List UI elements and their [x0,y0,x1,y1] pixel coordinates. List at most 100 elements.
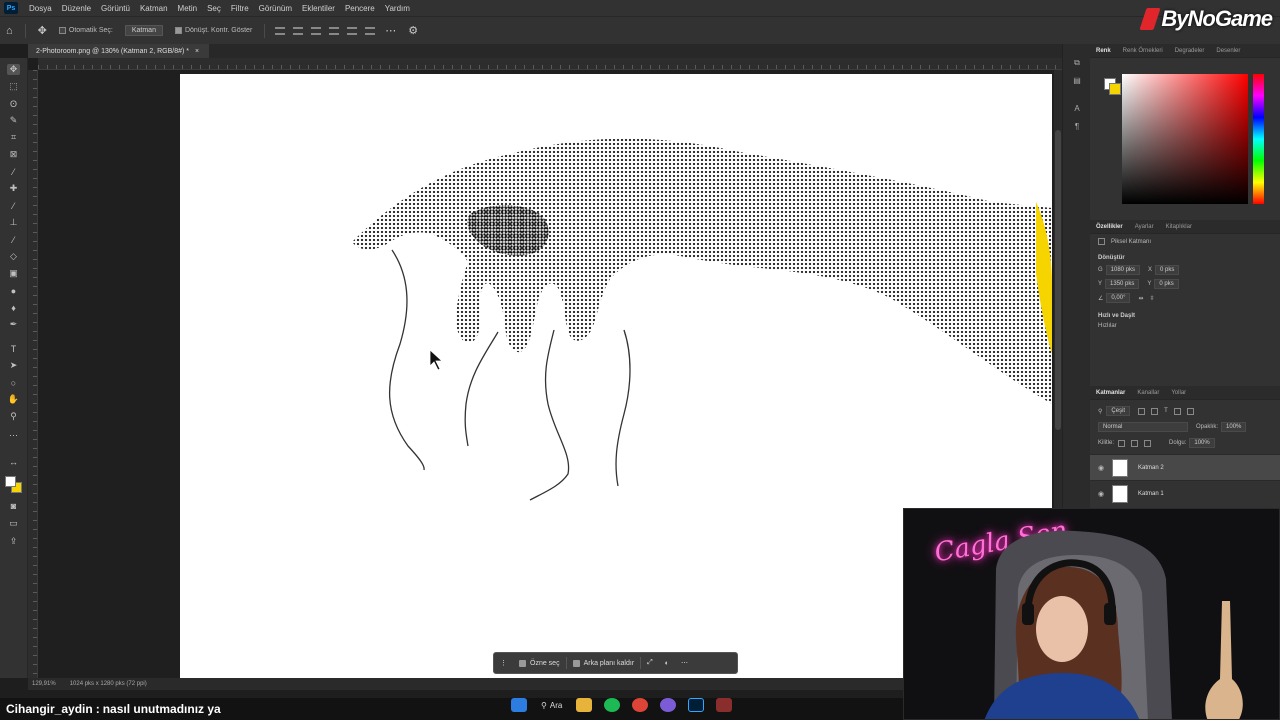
windows-start-icon[interactable] [511,698,527,712]
swap-colors-icon[interactable]: ↔ [7,456,20,467]
marquee-tool-icon[interactable]: ⬚ [7,81,20,92]
history-brush-tool-icon[interactable]: ⁄ [7,234,20,245]
rectangle-tool-icon[interactable]: ○ [7,377,20,388]
align-middle-icon[interactable] [347,26,358,35]
scrollbar-thumb[interactable] [1055,130,1061,430]
filter-pixel-icon[interactable] [1138,407,1146,415]
x-field[interactable]: 0 pks [1155,265,1180,275]
file-explorer-icon[interactable] [576,698,593,712]
menu-window[interactable]: Pencere [340,4,380,13]
layer-row[interactable]: ◉ Katman 1 [1090,480,1280,506]
tab-properties[interactable]: Özellikler [1090,224,1129,230]
quick-select-tool-icon[interactable]: ✎ [7,115,20,126]
more-tools-icon[interactable]: ⋯ [7,430,20,441]
eyedropper-tool-icon[interactable]: ⁄ [7,166,20,177]
background-color-swatch[interactable] [1109,83,1121,95]
color-field[interactable] [1122,74,1248,204]
layer-filter-dropdown[interactable]: Çeşit [1106,406,1131,416]
filter-shape-icon[interactable] [1173,407,1181,415]
align-center-icon[interactable] [293,26,304,35]
lock-all-icon[interactable] [1144,439,1152,447]
tab-patterns[interactable]: Desenler [1210,48,1246,54]
blend-mode-dropdown[interactable]: Normal [1098,422,1188,432]
flip-vertical-icon[interactable]: ⇳ [1150,295,1155,302]
menu-filter[interactable]: Filtre [226,4,254,13]
eye-icon[interactable]: ◉ [1098,490,1106,498]
align-right-icon[interactable] [311,26,322,35]
more-options-icon[interactable]: ⋯ [675,659,694,667]
tab-color[interactable]: Renk [1090,48,1117,54]
move-tool-icon[interactable]: ✥ [38,24,47,37]
filter-smart-object-icon[interactable] [1186,407,1194,415]
adjustment-icon[interactable]: ◐ [659,660,675,667]
filter-type-icon[interactable]: T [1164,408,1168,414]
filter-adjustment-icon[interactable] [1151,407,1159,415]
tab-swatches[interactable]: Renk Örnekleri [1117,48,1169,54]
height-field[interactable]: 1350 pks [1105,279,1140,289]
menu-image[interactable]: Görüntü [96,4,135,13]
layer-row[interactable]: ◉ Katman 2 [1090,454,1280,480]
more-options-icon[interactable]: ⋯ [385,24,396,37]
vertical-ruler[interactable] [28,70,38,678]
menu-help[interactable]: Yardım [380,4,415,13]
y-field[interactable]: 0 pks [1154,279,1179,289]
remove-background-button[interactable]: Arka planı kaldır [567,659,641,667]
paragraph-icon[interactable]: ¶ [1071,122,1083,132]
canvas-workspace[interactable] [38,70,1054,678]
gradient-tool-icon[interactable]: ▣ [7,268,20,279]
character-icon[interactable]: A [1071,104,1083,114]
quick-actions-title[interactable]: Hızlı ve Daşlt [1098,313,1272,319]
history-icon[interactable]: ⧉ [1071,58,1083,68]
align-left-icon[interactable] [275,26,286,35]
auto-select-dropdown[interactable]: Katman [124,25,163,36]
path-select-tool-icon[interactable]: ➤ [7,360,20,371]
menu-plugins[interactable]: Eklentiler [297,4,340,13]
lock-pixels-icon[interactable] [1118,439,1126,447]
width-field[interactable]: 1080 pks [1105,265,1141,275]
menu-type[interactable]: Metin [173,4,203,13]
flip-horizontal-icon[interactable]: ⇹ [1138,295,1143,302]
close-icon[interactable]: × [195,48,199,55]
menu-file[interactable]: Dosya [24,4,57,13]
tab-layers[interactable]: Katmanlar [1090,390,1131,396]
share-icon[interactable]: ⇪ [7,536,20,547]
hand-tool-icon[interactable]: ✋ [7,394,20,405]
tab-channels[interactable]: Kanallar [1131,390,1165,396]
horizontal-ruler[interactable] [38,58,1062,70]
spotify-icon[interactable] [604,698,621,712]
auto-select-checkbox[interactable]: Otomatik Seç: [58,27,113,34]
photoshop-taskbar-icon[interactable] [688,698,705,712]
discord-icon[interactable] [660,698,677,712]
app-taskbar-icon[interactable] [716,698,733,712]
gear-icon[interactable]: ⚙ [408,24,418,37]
transform-section-title[interactable]: Dönüştür [1098,255,1272,261]
foreground-color-swatch[interactable] [5,476,16,487]
tab-paths[interactable]: Yollar [1165,390,1192,396]
menu-layer[interactable]: Katman [135,4,173,13]
quick-mask-icon[interactable]: ◙ [7,500,20,511]
eye-icon[interactable]: ◉ [1098,464,1106,472]
fill-field[interactable]: 100% [1189,438,1215,448]
type-tool-icon[interactable]: T [7,343,20,354]
blur-tool-icon[interactable]: ● [7,285,20,296]
drag-handle-icon[interactable]: ⋮ [494,659,513,667]
align-bottom-icon[interactable] [365,26,376,35]
transform-icon[interactable]: ⤢ [641,659,659,667]
taskbar-search[interactable]: ⚲ Ara [541,701,562,710]
menu-edit[interactable]: Düzenle [57,4,96,13]
opacity-field[interactable]: 100% [1221,422,1247,432]
lasso-tool-icon[interactable]: ʘ [7,98,20,109]
menu-select[interactable]: Seç [202,4,226,13]
tab-adjustments[interactable]: Ayarlar [1129,224,1160,230]
tab-gradients[interactable]: Degradeler [1169,48,1211,54]
align-top-icon[interactable] [329,26,340,35]
healing-brush-tool-icon[interactable]: ✚ [7,183,20,194]
document-tab[interactable]: 2-Photoroom.png @ 130% (Katman 2, RGB/8#… [28,44,210,58]
eraser-tool-icon[interactable]: ◇ [7,251,20,262]
zoom-level[interactable]: 129,91% [32,681,56,687]
angle-field[interactable]: 0,00° [1106,293,1131,303]
hue-slider[interactable] [1253,74,1264,204]
clone-stamp-tool-icon[interactable]: ⊥ [7,217,20,228]
pen-tool-icon[interactable]: ✒ [7,319,20,330]
menu-view[interactable]: Görünüm [254,4,297,13]
